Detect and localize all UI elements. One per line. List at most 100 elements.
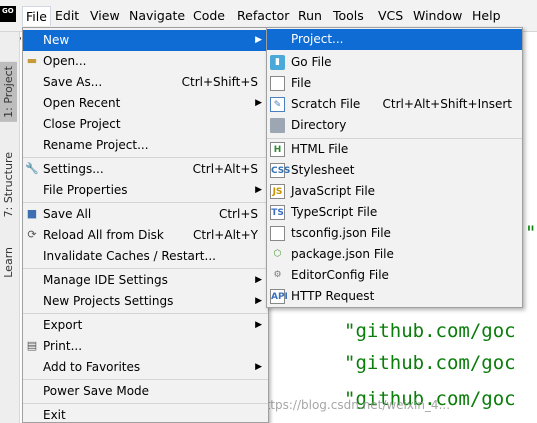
menu-item-manage-ide-settings[interactable]: Manage IDE Settings ▶ <box>23 270 268 291</box>
menu-item-label: Project... <box>291 32 344 46</box>
submenu-item-http-request[interactable]: API HTTP Request <box>267 286 522 307</box>
code-line: "github.com/goc <box>344 320 516 342</box>
submenu-item-javascript-file[interactable]: JS JavaScript File <box>267 181 522 202</box>
menu-run[interactable]: Run <box>295 6 325 26</box>
wrench-icon: 🔧 <box>25 162 39 175</box>
tool-window-strip: 1: Project 7: Structure Learn <box>0 32 20 423</box>
menu-vcs[interactable]: VCS <box>375 6 406 26</box>
menu-item-label: TypeScript File <box>291 205 378 219</box>
menu-item-label: Go File <box>291 55 332 69</box>
submenu-item-directory[interactable]: Directory <box>267 115 522 136</box>
menu-item-open-recent[interactable]: Open Recent ▶ <box>23 93 268 114</box>
menu-separator <box>23 202 268 203</box>
menu-item-rename-project[interactable]: Rename Project... <box>23 135 268 156</box>
menu-item-shortcut: Ctrl+Alt+Shift+Insert <box>382 97 512 111</box>
api-file-icon: API <box>270 289 288 304</box>
menu-item-label: Directory <box>291 118 347 132</box>
submenu-item-html-file[interactable]: H HTML File <box>267 139 522 160</box>
reload-icon: ⟳ <box>27 228 37 241</box>
menu-item-label: JavaScript File <box>291 184 376 198</box>
folder-open-icon: ▬ <box>26 54 38 67</box>
submenu-item-go-file[interactable]: ▮ Go File <box>267 52 522 73</box>
menu-item-invalidate-caches[interactable]: Invalidate Caches / Restart... <box>23 246 268 267</box>
menu-item-label: Open Recent <box>43 96 121 110</box>
submenu-item-editorconfig-file[interactable]: ⚙ EditorConfig File <box>267 265 522 286</box>
directory-icon <box>270 118 285 133</box>
javascript-file-icon: JS <box>270 184 285 199</box>
submenu-item-file[interactable]: File <box>267 73 522 94</box>
menu-item-print[interactable]: ▤ Print... <box>23 336 268 357</box>
menu-item-label: Exit <box>43 408 66 422</box>
menu-item-exit[interactable]: Exit <box>23 405 268 422</box>
go-file-icon: ▮ <box>270 55 285 70</box>
submenu-item-tsconfig-file[interactable]: tsconfig.json File <box>267 223 522 244</box>
menu-item-save-all[interactable]: ■ Save All Ctrl+S <box>23 204 268 225</box>
menu-item-save-as[interactable]: Save As... Ctrl+Shift+S <box>23 72 268 93</box>
menu-item-export[interactable]: Export ▶ <box>23 315 268 336</box>
tab-learn[interactable]: Learn <box>2 247 15 278</box>
submenu-item-project[interactable]: Project... <box>267 29 522 50</box>
gear-icon: ⚙ <box>273 270 282 280</box>
scratch-file-icon: ✎ <box>270 97 285 112</box>
menu-item-label: Save All <box>43 207 92 221</box>
watermark: https://blog.csdn.net/weixin_4... <box>258 398 451 412</box>
tab-structure[interactable]: 7: Structure <box>2 152 15 217</box>
menu-item-label: Close Project <box>43 117 121 131</box>
menu-item-label: HTTP Request <box>291 289 375 303</box>
menu-item-shortcut: Ctrl+Alt+Y <box>192 228 258 242</box>
menu-separator <box>23 157 268 158</box>
npm-package-icon: ⬡ <box>273 249 282 259</box>
menu-navigate[interactable]: Navigate <box>126 6 188 26</box>
menu-window[interactable]: Window <box>410 6 465 26</box>
menu-refactor[interactable]: Refactor <box>234 6 292 26</box>
menu-item-shortcut: Ctrl+S <box>218 207 258 221</box>
submenu-item-package-json-file[interactable]: ⬡ package.json File <box>267 244 522 265</box>
menu-item-new[interactable]: New ▶ <box>23 30 268 51</box>
menu-item-shortcut: Ctrl+Alt+S <box>192 162 258 176</box>
menu-item-label: Add to Favorites <box>43 360 141 374</box>
menu-item-new-projects-settings[interactable]: New Projects Settings ▶ <box>23 291 268 312</box>
menu-item-label: Invalidate Caches / Restart... <box>43 249 216 263</box>
submenu-arrow-icon: ▶ <box>255 296 262 306</box>
printer-icon: ▤ <box>26 339 38 352</box>
code-line: "github.com/goc <box>344 352 516 374</box>
submenu-arrow-icon: ▶ <box>255 185 262 195</box>
menu-item-label: Open... <box>43 54 87 68</box>
menu-item-reload-all[interactable]: ⟳ Reload All from Disk Ctrl+Alt+Y <box>23 225 268 246</box>
menu-item-open[interactable]: ▬ Open... <box>23 51 268 72</box>
menu-item-label: File <box>291 76 312 90</box>
new-submenu: Project... ▮ Go File File ✎ Scratch File… <box>266 27 523 308</box>
menu-item-settings[interactable]: 🔧 Settings... Ctrl+Alt+S <box>23 159 268 180</box>
submenu-arrow-icon: ▶ <box>255 275 262 285</box>
menu-item-label: Settings... <box>43 162 104 176</box>
menu-item-add-to-favorites[interactable]: Add to Favorites ▶ <box>23 357 268 378</box>
submenu-item-scratch-file[interactable]: ✎ Scratch File Ctrl+Alt+Shift+Insert <box>267 94 522 115</box>
menu-view[interactable]: View <box>87 6 123 26</box>
menu-item-label: Rename Project... <box>43 138 149 152</box>
submenu-item-typescript-file[interactable]: TS TypeScript File <box>267 202 522 223</box>
menu-edit[interactable]: Edit <box>52 6 82 26</box>
file-icon <box>270 76 285 91</box>
tab-project[interactable]: 1: Project <box>0 62 17 122</box>
file-menu: New ▶ ▬ Open... Save As... Ctrl+Shift+S … <box>22 27 269 423</box>
menu-item-file-properties[interactable]: File Properties ▶ <box>23 180 268 201</box>
menu-item-close-project[interactable]: Close Project <box>23 114 268 135</box>
menu-item-label: EditorConfig File <box>291 268 389 282</box>
menu-item-label: New <box>43 33 70 47</box>
menu-code[interactable]: Code <box>190 6 228 26</box>
submenu-arrow-icon: ▶ <box>255 35 262 45</box>
floppy-disk-icon: ■ <box>26 207 38 220</box>
menu-separator <box>23 313 268 314</box>
submenu-item-stylesheet[interactable]: CSS Stylesheet <box>267 160 522 181</box>
typescript-file-icon: TS <box>270 205 285 220</box>
html-file-icon: H <box>270 142 285 157</box>
menu-item-label: Scratch File <box>291 97 361 111</box>
menu-help[interactable]: Help <box>469 6 504 26</box>
menu-item-power-save-mode[interactable]: Power Save Mode <box>23 381 268 402</box>
menu-item-label: Power Save Mode <box>43 384 150 398</box>
menu-tools[interactable]: Tools <box>330 6 367 26</box>
menu-item-label: Stylesheet <box>291 163 355 177</box>
menu-item-label: Export <box>43 318 83 332</box>
submenu-arrow-icon: ▶ <box>255 98 262 108</box>
menu-file[interactable]: File <box>22 6 51 26</box>
